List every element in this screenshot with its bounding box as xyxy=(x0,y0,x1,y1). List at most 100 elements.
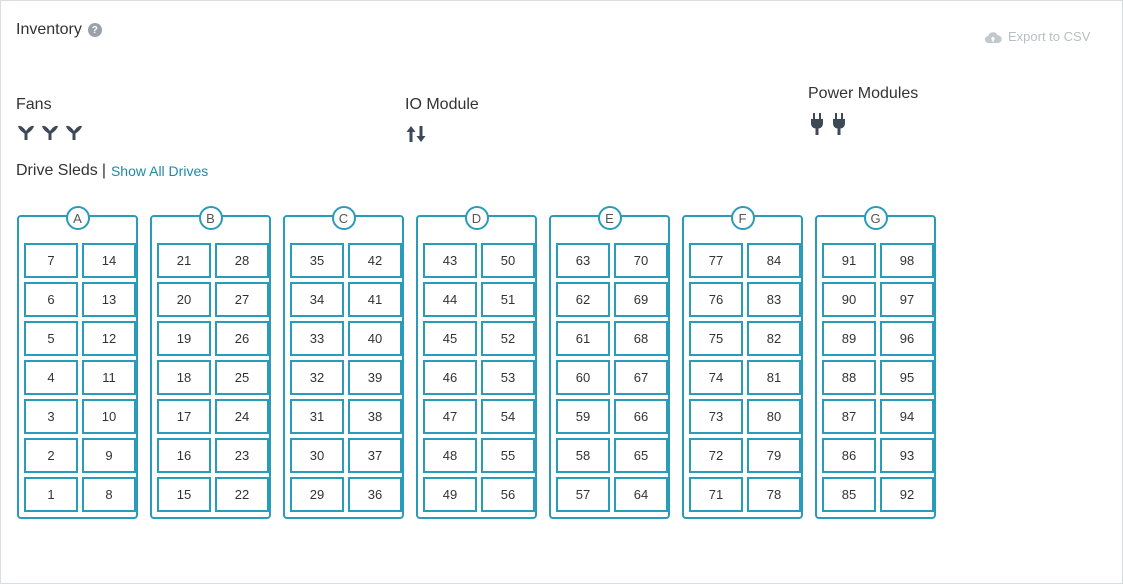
drive-slot[interactable]: 38 xyxy=(348,399,402,434)
drive-slot[interactable]: 42 xyxy=(348,243,402,278)
drive-slot[interactable]: 12 xyxy=(82,321,136,356)
drive-slot[interactable]: 85 xyxy=(822,477,876,512)
drive-slot[interactable]: 2 xyxy=(24,438,78,473)
drive-slot[interactable]: 20 xyxy=(157,282,211,317)
drive-slot[interactable]: 75 xyxy=(689,321,743,356)
drive-slot[interactable]: 76 xyxy=(689,282,743,317)
drive-slot[interactable]: 68 xyxy=(614,321,668,356)
drive-slot[interactable]: 28 xyxy=(215,243,269,278)
drive-slot[interactable]: 48 xyxy=(423,438,477,473)
drive-slot[interactable]: 41 xyxy=(348,282,402,317)
drive-slot[interactable]: 79 xyxy=(747,438,801,473)
drive-slot[interactable]: 65 xyxy=(614,438,668,473)
drive-sled-c[interactable]: C 35 42 34 41 33 40 32 39 31 38 30 37 29 36 xyxy=(283,206,404,519)
drive-slot[interactable]: 74 xyxy=(689,360,743,395)
drive-slot[interactable]: 26 xyxy=(215,321,269,356)
drive-slot[interactable]: 53 xyxy=(481,360,535,395)
drive-slot[interactable]: 64 xyxy=(614,477,668,512)
drive-slot[interactable]: 95 xyxy=(880,360,934,395)
drive-slot[interactable]: 43 xyxy=(423,243,477,278)
drive-sled-b[interactable]: B 21 28 20 27 19 26 18 25 17 24 16 23 15 22 xyxy=(150,206,271,519)
drive-slot[interactable]: 52 xyxy=(481,321,535,356)
drive-slot[interactable]: 86 xyxy=(822,438,876,473)
drive-slot[interactable]: 25 xyxy=(215,360,269,395)
drive-slot[interactable]: 61 xyxy=(556,321,610,356)
drive-slot[interactable]: 87 xyxy=(822,399,876,434)
drive-slot[interactable]: 29 xyxy=(290,477,344,512)
drive-slot[interactable]: 39 xyxy=(348,360,402,395)
drive-sled-d[interactable]: D 43 50 44 51 45 52 46 53 47 54 48 55 49 56 xyxy=(416,206,537,519)
drive-slot[interactable]: 98 xyxy=(880,243,934,278)
drive-slot[interactable]: 32 xyxy=(290,360,344,395)
drive-slot[interactable]: 36 xyxy=(348,477,402,512)
drive-slot[interactable]: 63 xyxy=(556,243,610,278)
drive-slot[interactable]: 13 xyxy=(82,282,136,317)
drive-slot[interactable]: 17 xyxy=(157,399,211,434)
drive-slot[interactable]: 94 xyxy=(880,399,934,434)
drive-slot[interactable]: 60 xyxy=(556,360,610,395)
drive-slot[interactable]: 35 xyxy=(290,243,344,278)
drive-slot[interactable]: 55 xyxy=(481,438,535,473)
drive-slot[interactable]: 59 xyxy=(556,399,610,434)
drive-slot[interactable]: 18 xyxy=(157,360,211,395)
drive-slot[interactable]: 34 xyxy=(290,282,344,317)
drive-slot[interactable]: 16 xyxy=(157,438,211,473)
drive-slot[interactable]: 62 xyxy=(556,282,610,317)
drive-slot[interactable]: 8 xyxy=(82,477,136,512)
drive-slot[interactable]: 82 xyxy=(747,321,801,356)
drive-slot[interactable]: 58 xyxy=(556,438,610,473)
drive-slot[interactable]: 93 xyxy=(880,438,934,473)
drive-slot[interactable]: 11 xyxy=(82,360,136,395)
drive-slot[interactable]: 45 xyxy=(423,321,477,356)
drive-slot[interactable]: 7 xyxy=(24,243,78,278)
drive-slot[interactable]: 19 xyxy=(157,321,211,356)
drive-slot[interactable]: 22 xyxy=(215,477,269,512)
drive-slot[interactable]: 90 xyxy=(822,282,876,317)
drive-slot[interactable]: 14 xyxy=(82,243,136,278)
drive-slot[interactable]: 33 xyxy=(290,321,344,356)
drive-slot[interactable]: 78 xyxy=(747,477,801,512)
show-all-drives-link[interactable]: Show All Drives xyxy=(111,163,208,179)
drive-slot[interactable]: 46 xyxy=(423,360,477,395)
drive-slot[interactable]: 81 xyxy=(747,360,801,395)
drive-slot[interactable]: 49 xyxy=(423,477,477,512)
drive-slot[interactable]: 70 xyxy=(614,243,668,278)
drive-sled-e[interactable]: E 63 70 62 69 61 68 60 67 59 66 58 65 57 64 xyxy=(549,206,670,519)
drive-slot[interactable]: 44 xyxy=(423,282,477,317)
drive-slot[interactable]: 51 xyxy=(481,282,535,317)
drive-slot[interactable]: 96 xyxy=(880,321,934,356)
drive-slot[interactable]: 24 xyxy=(215,399,269,434)
drive-slot[interactable]: 80 xyxy=(747,399,801,434)
drive-slot[interactable]: 5 xyxy=(24,321,78,356)
drive-slot[interactable]: 15 xyxy=(157,477,211,512)
export-csv-button[interactable]: Export to CSV xyxy=(984,29,1090,44)
drive-slot[interactable]: 69 xyxy=(614,282,668,317)
drive-slot[interactable]: 73 xyxy=(689,399,743,434)
drive-slot[interactable]: 10 xyxy=(82,399,136,434)
drive-slot[interactable]: 50 xyxy=(481,243,535,278)
drive-slot[interactable]: 4 xyxy=(24,360,78,395)
drive-slot[interactable]: 21 xyxy=(157,243,211,278)
drive-sled-f[interactable]: F 77 84 76 83 75 82 74 81 73 80 72 79 71 78 xyxy=(682,206,803,519)
drive-slot[interactable]: 83 xyxy=(747,282,801,317)
help-icon[interactable]: ? xyxy=(87,23,102,37)
drive-slot[interactable]: 57 xyxy=(556,477,610,512)
drive-slot[interactable]: 88 xyxy=(822,360,876,395)
drive-slot[interactable]: 6 xyxy=(24,282,78,317)
drive-slot[interactable]: 3 xyxy=(24,399,78,434)
drive-slot[interactable]: 37 xyxy=(348,438,402,473)
drive-slot[interactable]: 71 xyxy=(689,477,743,512)
drive-slot[interactable]: 1 xyxy=(24,477,78,512)
drive-slot[interactable]: 47 xyxy=(423,399,477,434)
drive-slot[interactable]: 66 xyxy=(614,399,668,434)
drive-slot[interactable]: 23 xyxy=(215,438,269,473)
drive-slot[interactable]: 9 xyxy=(82,438,136,473)
drive-slot[interactable]: 91 xyxy=(822,243,876,278)
drive-slot[interactable]: 54 xyxy=(481,399,535,434)
drive-slot[interactable]: 97 xyxy=(880,282,934,317)
drive-slot[interactable]: 30 xyxy=(290,438,344,473)
drive-slot[interactable]: 67 xyxy=(614,360,668,395)
drive-slot[interactable]: 92 xyxy=(880,477,934,512)
drive-slot[interactable]: 84 xyxy=(747,243,801,278)
drive-slot[interactable]: 56 xyxy=(481,477,535,512)
